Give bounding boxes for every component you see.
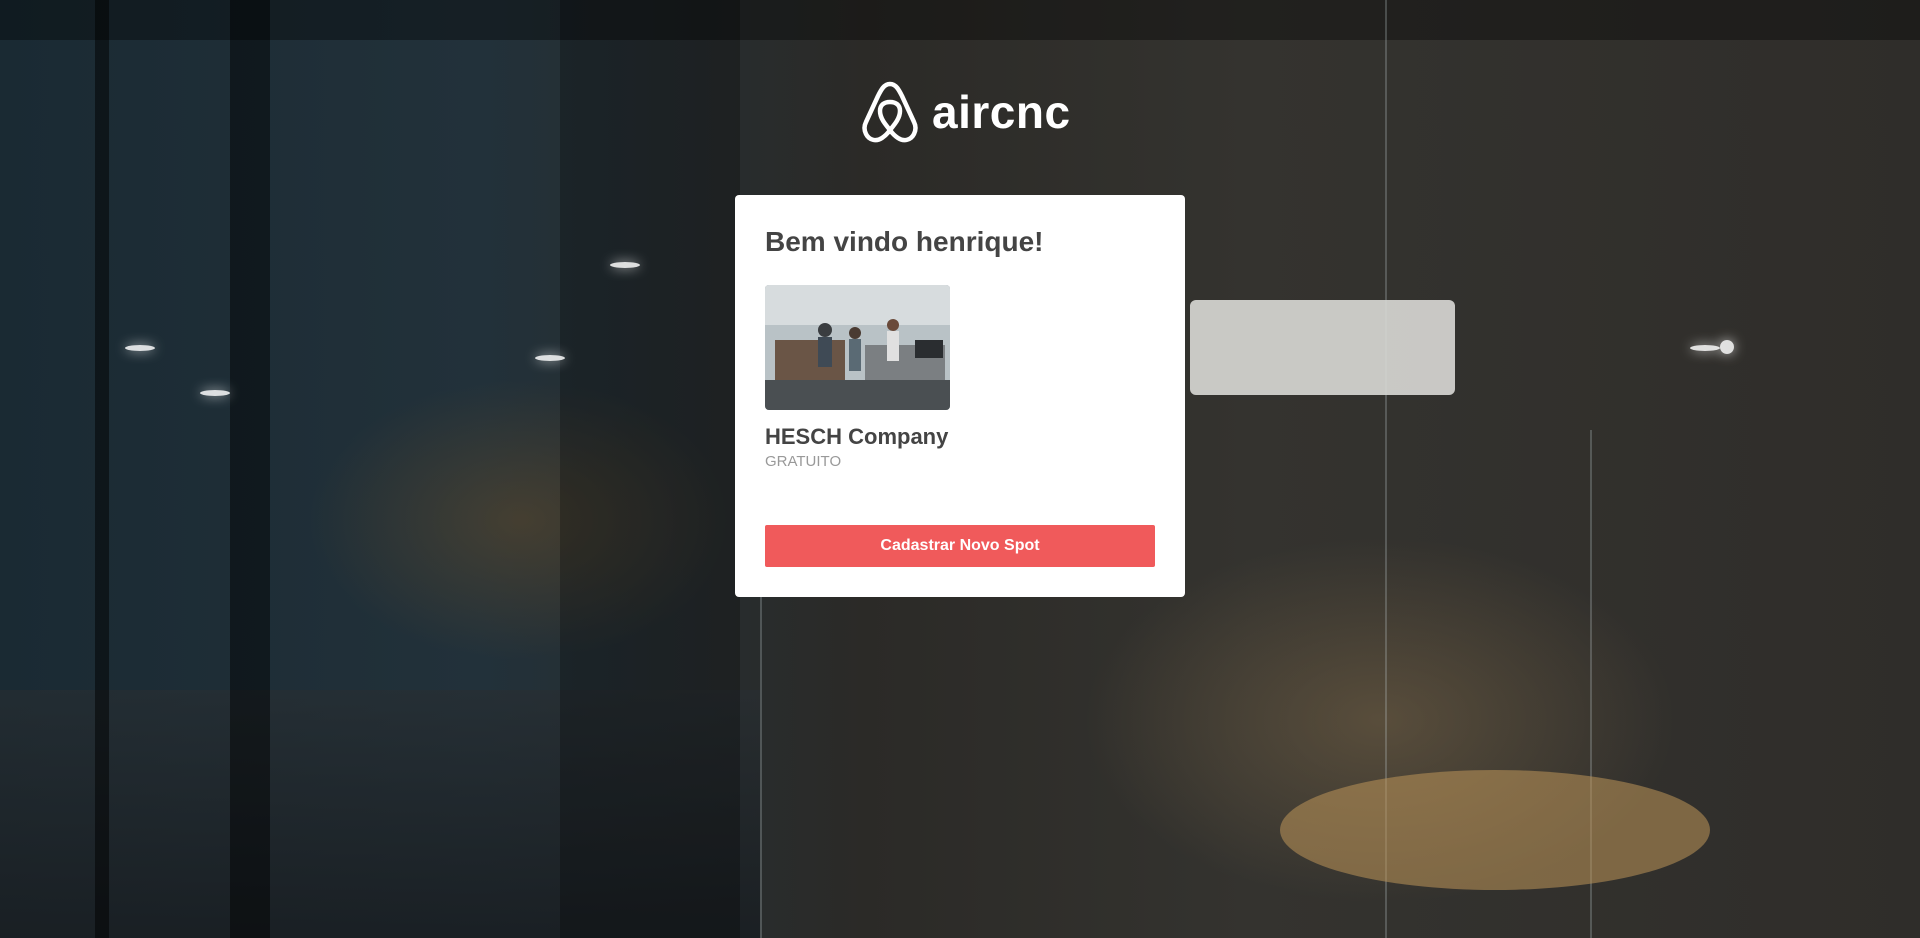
- airbnb-logo-icon: [862, 81, 918, 143]
- spot-price: GRATUITO: [765, 453, 842, 471]
- dashboard-card: Bem vindo henrique! HESCH Company GRATUI…: [735, 195, 1185, 597]
- spot-item[interactable]: HESCH Company GRATUITO: [765, 284, 950, 471]
- brand-logo: aircnc: [860, 80, 1071, 144]
- brand-name: aircnc: [932, 86, 1071, 138]
- welcome-title: Bem vindo henrique!: [765, 226, 1044, 257]
- spot-name: HESCH Company: [765, 423, 949, 449]
- new-spot-button[interactable]: Cadastrar Novo Spot: [765, 525, 1155, 567]
- spot-thumbnail: [765, 284, 950, 410]
